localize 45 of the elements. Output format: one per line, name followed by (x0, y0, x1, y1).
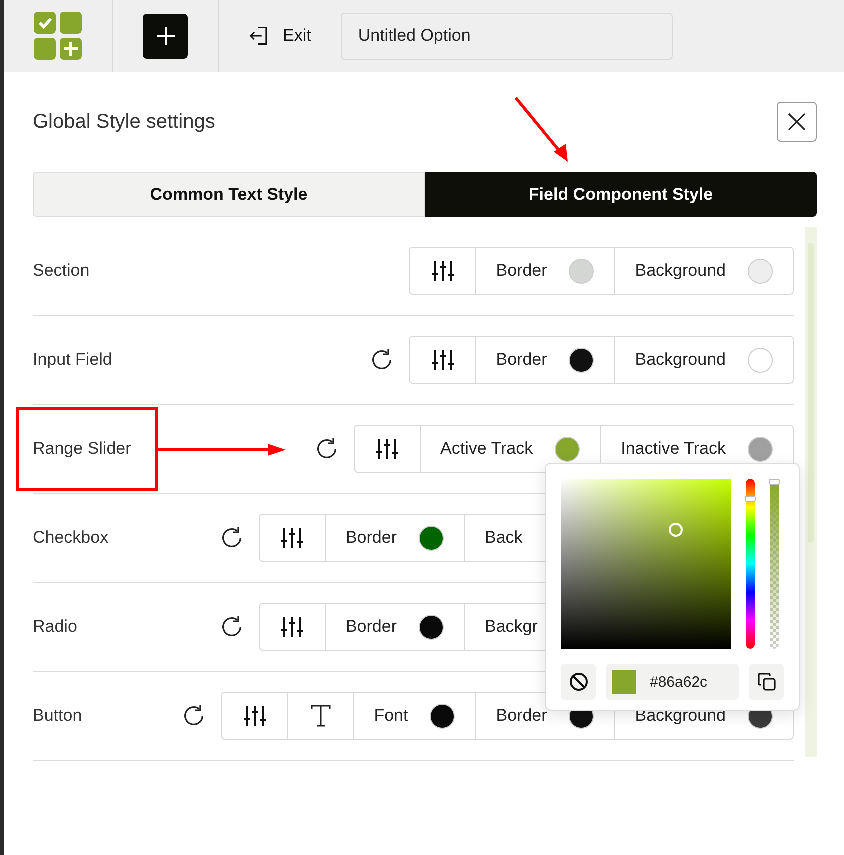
sliders-icon (430, 259, 455, 283)
tab[interactable]: Common Text Style (33, 172, 425, 217)
close-button[interactable] (777, 102, 817, 142)
picker-handle[interactable] (669, 523, 683, 537)
color-option-button[interactable]: Backgr (465, 604, 793, 650)
color-option-button[interactable]: Back (465, 515, 793, 561)
add-button[interactable] (143, 14, 188, 58)
color-option-button[interactable]: Border (326, 604, 465, 650)
copy-icon (756, 672, 776, 692)
hue-slider[interactable] (746, 479, 755, 649)
plus-icon (156, 26, 176, 46)
scrollbar[interactable] (805, 227, 817, 757)
close-icon (788, 113, 806, 131)
text-icon (310, 704, 332, 728)
sliders-icon (280, 526, 304, 550)
color-option-button[interactable]: Font (354, 693, 476, 739)
exit-button[interactable]: Exit (249, 25, 312, 47)
color-option-button[interactable]: Border (476, 248, 616, 294)
row-label: Section (33, 261, 90, 281)
copy-button[interactable] (749, 664, 784, 700)
sliders-icon (242, 704, 267, 728)
sliders-icon (430, 348, 455, 372)
sliders-icon (280, 615, 304, 639)
color-option-button[interactable]: Border (476, 337, 616, 383)
no-color-icon (568, 672, 588, 692)
color-option-button[interactable]: Background (615, 337, 793, 383)
row-label: Input Field (33, 350, 112, 370)
row-label: Button (33, 706, 82, 726)
hex-field[interactable]: #86a62c (606, 664, 739, 700)
logo-icon (34, 12, 82, 60)
title-field[interactable]: Untitled Option (341, 12, 674, 60)
opacity-slider[interactable] (770, 479, 779, 649)
opacity-slider-thumb[interactable] (769, 479, 780, 485)
color-option-button[interactable]: Border (326, 515, 465, 561)
color-option-button[interactable]: Background (615, 248, 793, 294)
hex-value: #86a62c (650, 674, 708, 690)
sliders-icon (375, 437, 400, 461)
tab[interactable]: Field Component Style (425, 172, 817, 217)
row-label: Checkbox (33, 528, 109, 548)
saturation-picker[interactable] (561, 479, 731, 649)
clear-color-button[interactable] (561, 664, 596, 700)
dialog-title: Global Style settings (33, 110, 216, 134)
row-label: Radio (33, 617, 78, 637)
hue-slider-thumb[interactable] (745, 496, 756, 502)
row-label: Range Slider (33, 439, 132, 459)
